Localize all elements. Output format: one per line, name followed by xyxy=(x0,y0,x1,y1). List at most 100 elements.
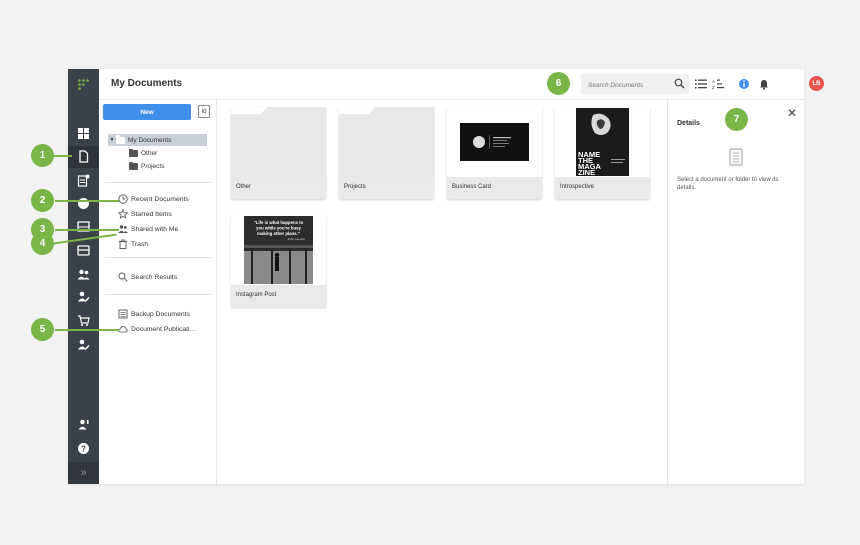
folder-icon xyxy=(129,161,138,170)
callout-1: 1 xyxy=(31,144,54,167)
callout-leader-2 xyxy=(55,200,119,202)
document-card-introspective[interactable]: NAME THE MAGA ZINE Introspective xyxy=(555,107,650,199)
search-icon xyxy=(118,272,128,282)
nav-label: Trash xyxy=(131,240,149,248)
svg-text:A: A xyxy=(712,79,715,84)
upload-button[interactable]: Id xyxy=(198,105,210,118)
divider xyxy=(105,257,211,258)
star-icon xyxy=(118,209,128,219)
cloud-icon xyxy=(118,326,128,333)
details-title: Details xyxy=(677,120,700,127)
folder-card-other[interactable]: Other xyxy=(231,107,326,199)
notifications-bell-icon[interactable] xyxy=(758,78,770,90)
quote-line: making other plans." xyxy=(257,231,300,236)
trash-icon xyxy=(119,239,127,249)
card-label: Introspective xyxy=(555,177,650,199)
folder-thumbnail xyxy=(339,107,434,177)
magazine-title-line: ZINE xyxy=(578,168,595,177)
search-icon[interactable] xyxy=(674,78,685,89)
callout-leader-3 xyxy=(55,229,119,231)
app-logo-icon[interactable] xyxy=(77,78,90,91)
document-card-business-card[interactable]: Business Card xyxy=(447,107,542,199)
nav-starred-items[interactable]: Starred Items xyxy=(118,209,172,219)
quote-line: "Life is what happens to xyxy=(254,220,304,225)
nav-label: Search Results xyxy=(131,273,178,281)
nav-recent-documents[interactable]: Recent Documents xyxy=(118,194,189,204)
top-bar: My Documents A Z LB xyxy=(99,69,824,100)
help-icon[interactable]: ? xyxy=(76,441,91,456)
nav-label: Shared with Me xyxy=(131,225,179,233)
nav-label: Starred Items xyxy=(131,210,172,218)
tree-root-label: My Documents xyxy=(128,136,172,144)
user-avatar[interactable]: LB xyxy=(809,76,824,91)
cart-icon[interactable] xyxy=(76,313,91,328)
callout-5: 5 xyxy=(31,318,54,341)
folder-tab-shape xyxy=(231,107,267,114)
svg-text:?: ? xyxy=(81,444,86,453)
divider xyxy=(105,182,211,183)
nav-label: Backup Documents xyxy=(131,310,190,318)
details-message: Select a document or folder to view its … xyxy=(677,177,779,191)
documents-grid: Other Projects Business Card NAME THE MA… xyxy=(217,100,667,484)
clock-icon xyxy=(118,194,128,204)
users-icon[interactable] xyxy=(76,267,91,282)
divider xyxy=(105,294,211,295)
page-title: My Documents xyxy=(111,78,183,89)
nav-label: Document Publicati… xyxy=(131,325,197,333)
card-label: Business Card xyxy=(447,177,542,199)
folder-shape xyxy=(339,112,434,177)
dashboard-icon[interactable] xyxy=(76,126,91,141)
documents-icon[interactable] xyxy=(76,149,91,164)
gallery-icon[interactable] xyxy=(76,219,91,234)
tree-item-projects[interactable]: Projects xyxy=(129,161,165,170)
folder-shape xyxy=(231,112,326,177)
nav-document-publication[interactable]: Document Publicati… xyxy=(118,324,196,334)
nav-search-results[interactable]: Search Results xyxy=(118,272,177,282)
nav-trash[interactable]: Trash xyxy=(118,239,148,249)
callout-4: 4 xyxy=(31,232,54,255)
templates-icon[interactable] xyxy=(76,173,91,188)
user-sign-icon[interactable] xyxy=(76,337,91,352)
icon-rail: ? » xyxy=(68,69,99,484)
callout-6: 6 xyxy=(547,72,570,95)
list-view-icon[interactable] xyxy=(695,78,707,90)
folder-card-projects[interactable]: Projects xyxy=(339,107,434,199)
expand-rail-icon[interactable]: » xyxy=(68,462,99,484)
user-edit-icon[interactable] xyxy=(76,289,91,304)
shared-users-icon xyxy=(118,225,128,233)
nav-backup-documents[interactable]: Backup Documents xyxy=(118,309,190,319)
tree-root-my-documents[interactable]: ▼ My Documents xyxy=(108,134,207,146)
quote-line: you while you're busy xyxy=(256,226,301,231)
details-panel: Details ✕ Select a document or folder to… xyxy=(667,100,804,484)
callout-7: 7 xyxy=(725,108,748,131)
caret-down-icon[interactable]: ▼ xyxy=(108,137,116,143)
tree-item-label: Projects xyxy=(141,163,165,170)
documents-sidebar: New Id ▼ My Documents Other Projects Rec… xyxy=(99,100,217,484)
search-input[interactable] xyxy=(581,75,665,96)
inbox-icon[interactable] xyxy=(76,243,91,258)
card-label: Instagram Post xyxy=(231,285,326,307)
card-label: Projects xyxy=(339,177,434,199)
media-icon[interactable] xyxy=(76,196,91,211)
account-icon[interactable] xyxy=(76,417,91,432)
document-card-instagram-post[interactable]: "Life is what happens to you while you'r… xyxy=(231,215,326,307)
tree-item-label: Other xyxy=(141,150,158,157)
magazine-thumbnail: NAME THE MAGA ZINE xyxy=(555,107,650,177)
callout-leader-5 xyxy=(55,329,119,331)
folder-icon xyxy=(116,135,125,144)
nav-shared-with-me[interactable]: Shared with Me xyxy=(118,224,178,234)
instagram-post-thumbnail: "Life is what happens to you while you'r… xyxy=(231,215,326,285)
close-icon[interactable]: ✕ xyxy=(787,107,797,119)
info-icon[interactable] xyxy=(738,78,750,90)
backup-icon xyxy=(118,309,128,319)
document-placeholder-icon xyxy=(729,148,743,166)
search-box[interactable] xyxy=(581,74,689,96)
sort-icon[interactable]: A Z xyxy=(712,78,724,90)
card-label: Other xyxy=(231,177,326,199)
folder-thumbnail xyxy=(231,107,326,177)
svg-text:Z: Z xyxy=(712,85,715,90)
callout-2: 2 xyxy=(31,189,54,212)
app-window: ? » My Documents A Z LB New Id xyxy=(68,69,824,484)
new-button[interactable]: New xyxy=(103,104,191,120)
tree-item-other[interactable]: Other xyxy=(129,148,158,157)
